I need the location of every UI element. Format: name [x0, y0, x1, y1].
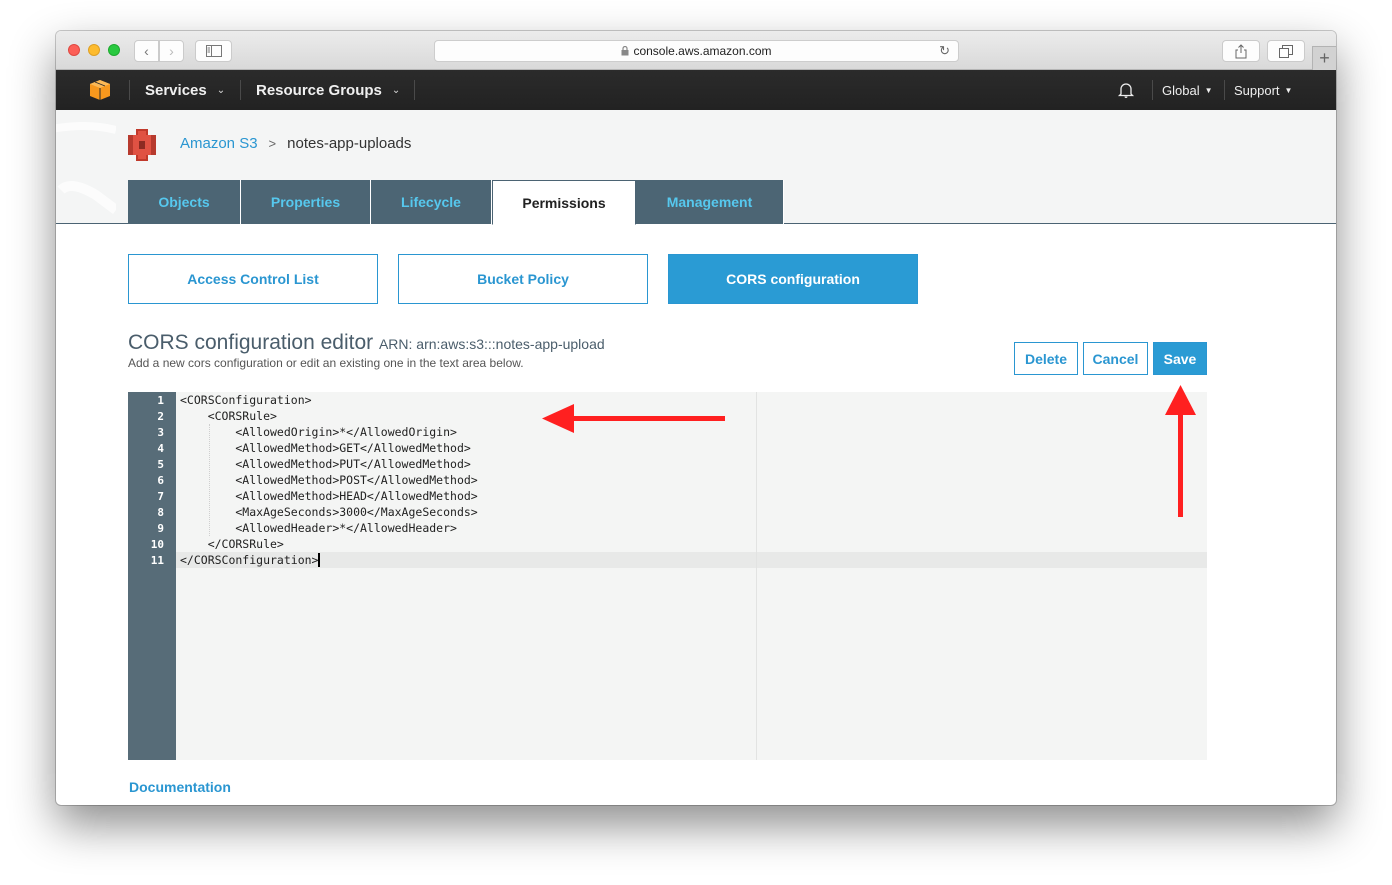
chevron-down-icon: ⌄: [216, 84, 226, 96]
forward-button[interactable]: ›: [159, 40, 184, 62]
code-line: <CORSRule>: [180, 409, 277, 423]
share-button[interactable]: [1222, 40, 1260, 62]
nav-divider: [1224, 80, 1225, 100]
nav-divider: [414, 80, 415, 100]
support-menu[interactable]: Support ▼: [1234, 70, 1292, 110]
share-icon: [1235, 43, 1247, 58]
lock-icon: [621, 46, 629, 56]
tab-objects[interactable]: Objects: [128, 180, 241, 224]
code-line: <MaxAgeSeconds>3000</MaxAgeSeconds>: [180, 505, 478, 519]
plus-icon: +: [1319, 48, 1330, 68]
breadcrumb-separator-icon: >: [268, 136, 277, 151]
cancel-button[interactable]: Cancel: [1083, 342, 1148, 375]
page-header: Amazon S3 > notes-app-uploads Objects Pr…: [56, 110, 1336, 225]
tab-management[interactable]: Management: [636, 180, 784, 224]
chevron-right-icon: ›: [169, 43, 174, 59]
bucket-watermark-icon: [56, 122, 116, 214]
editor-description: Add a new cors configuration or edit an …: [128, 356, 524, 370]
code-line: <AllowedHeader>*</AllowedHeader>: [180, 521, 457, 535]
line-number: 10: [150, 538, 164, 551]
code-line: </CORSRule>: [180, 537, 284, 551]
back-button[interactable]: ‹: [134, 40, 159, 62]
chevron-left-icon: ‹: [144, 43, 149, 59]
caret-down-icon: ▼: [1204, 85, 1213, 95]
line-number: 11: [150, 554, 164, 567]
nav-divider: [240, 80, 241, 100]
subtab-cors-configuration[interactable]: CORS configuration: [668, 254, 918, 304]
subtab-bucket-policy[interactable]: Bucket Policy: [398, 254, 648, 304]
notifications-button[interactable]: [1117, 70, 1135, 110]
services-label: Services: [145, 81, 207, 99]
code-line: <AllowedMethod>GET</AllowedMethod>: [180, 441, 471, 455]
line-number: 8: [157, 506, 164, 519]
code-line: <AllowedOrigin>*</AllowedOrigin>: [180, 425, 457, 439]
new-tab-button[interactable]: +: [1312, 46, 1336, 70]
line-number: 7: [157, 490, 164, 503]
services-menu[interactable]: Services ⌄: [145, 70, 225, 110]
code-line-last: </CORSConfiguration>: [180, 552, 321, 568]
support-label: Support: [1234, 82, 1280, 98]
red-arrow-up-icon: [1165, 385, 1196, 517]
reload-icon[interactable]: ↻: [939, 43, 950, 59]
text-cursor: [318, 553, 321, 567]
sidebar-icon: [205, 45, 222, 57]
breadcrumb: Amazon S3 > notes-app-uploads: [180, 135, 411, 152]
line-number-gutter: 1 2 3 4 5 6 7 8 9 10 11: [128, 392, 176, 760]
region-menu[interactable]: Global ▼: [1162, 70, 1213, 110]
line-number: 9: [157, 522, 164, 535]
breadcrumb-bucket-name: notes-app-uploads: [287, 135, 412, 152]
cors-code-editor[interactable]: 1 2 3 4 5 6 7 8 9 10 11 <CORSConfigurati…: [128, 392, 1207, 760]
code-line: <AllowedMethod>PUT</AllowedMethod>: [180, 457, 471, 471]
line-number: 5: [157, 458, 164, 471]
bucket-arn: ARN: arn:aws:s3:::notes-app-upload: [378, 336, 605, 352]
code-line: <AllowedMethod>POST</AllowedMethod>: [180, 473, 478, 487]
code-line-text: </CORSConfiguration>: [180, 553, 319, 567]
active-line-highlight: [176, 552, 1207, 568]
close-window-button[interactable]: [68, 44, 80, 56]
chevron-down-icon: ⌄: [391, 84, 401, 96]
tab-permissions[interactable]: Permissions: [492, 180, 636, 225]
caret-down-icon: ▼: [1284, 85, 1293, 95]
code-line: <CORSConfiguration>: [180, 393, 312, 407]
line-number: 1: [157, 394, 164, 407]
browser-window: ‹ › console.aws.amazon.com ↻ + Services …: [56, 31, 1336, 805]
tab-properties[interactable]: Properties: [241, 180, 371, 224]
print-margin: [756, 392, 757, 760]
resource-groups-label: Resource Groups: [256, 81, 382, 99]
s3-service-icon: [128, 129, 156, 161]
bucket-tabs: Objects Properties Lifecycle Permissions…: [128, 180, 784, 225]
nav-divider: [1152, 80, 1153, 100]
maximize-window-button[interactable]: [108, 44, 120, 56]
editor-heading: CORS configuration editor ARN: arn:aws:s…: [128, 331, 605, 355]
line-number: 2: [157, 410, 164, 423]
line-number: 3: [157, 426, 164, 439]
tab-lifecycle[interactable]: Lifecycle: [371, 180, 492, 224]
nav-divider: [129, 80, 130, 100]
bell-icon: [1117, 83, 1135, 98]
save-button[interactable]: Save: [1153, 342, 1207, 375]
breadcrumb-amazon-s3-link[interactable]: Amazon S3: [180, 135, 258, 152]
show-tabs-button[interactable]: [1267, 40, 1305, 62]
tabs-icon: [1279, 44, 1293, 58]
region-label: Global: [1162, 82, 1200, 98]
url-text: console.aws.amazon.com: [633, 44, 772, 58]
line-number: 4: [157, 442, 164, 455]
subtab-access-control-list[interactable]: Access Control List: [128, 254, 378, 304]
sidebar-toggle-button[interactable]: [195, 40, 232, 62]
minimize-window-button[interactable]: [88, 44, 100, 56]
code-line: <AllowedMethod>HEAD</AllowedMethod>: [180, 489, 478, 503]
aws-top-nav: Services ⌄ Resource Groups ⌄ Global ▼ Su…: [56, 70, 1336, 110]
documentation-link[interactable]: Documentation: [129, 779, 231, 795]
browser-titlebar: ‹ › console.aws.amazon.com ↻ +: [56, 31, 1336, 70]
line-number: 6: [157, 474, 164, 487]
red-arrow-left-icon: [542, 404, 725, 433]
editor-title: CORS configuration editor: [128, 331, 374, 354]
address-bar[interactable]: console.aws.amazon.com ↻: [434, 40, 959, 62]
delete-button[interactable]: Delete: [1014, 342, 1078, 375]
aws-cube-logo-icon[interactable]: [89, 79, 111, 101]
resource-groups-menu[interactable]: Resource Groups ⌄: [256, 70, 400, 110]
